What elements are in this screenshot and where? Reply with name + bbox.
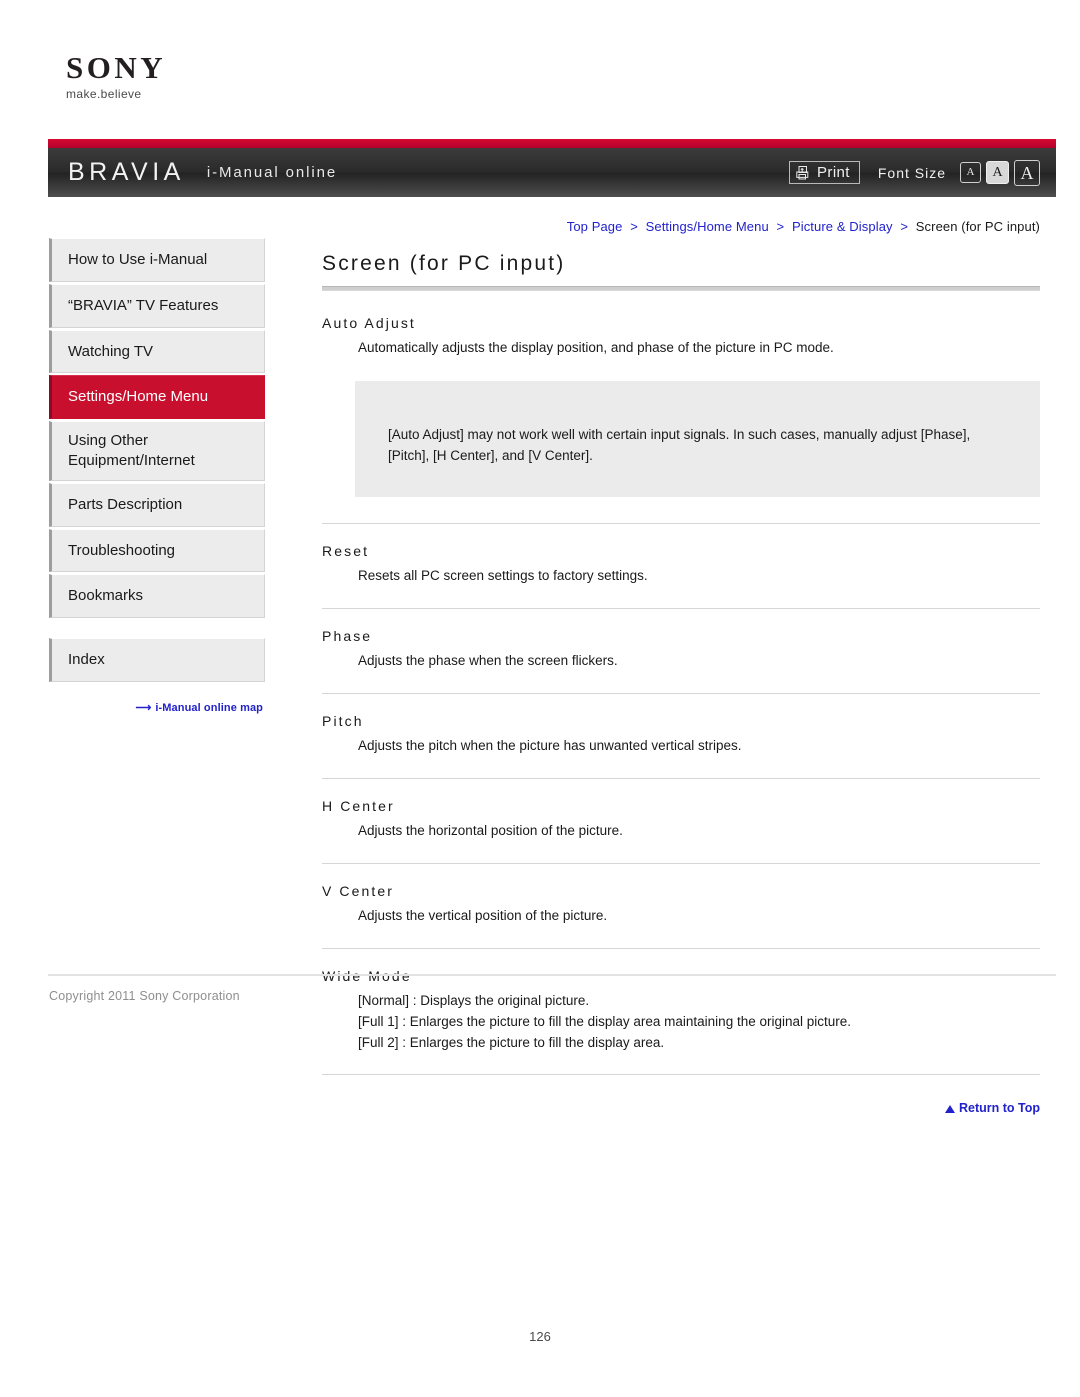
font-size-small-button[interactable]: A [960,162,981,183]
section-body: Automatically adjusts the display positi… [358,340,834,356]
font-size-large-button[interactable]: A [1014,159,1040,186]
breadcrumb-item-settings[interactable]: Settings/Home Menu [646,219,769,234]
return-to-top-link[interactable]: Return to Top [322,1101,1040,1115]
section-body: [Normal] : Displays the original picture… [358,992,852,1050]
section-body: Adjusts the vertical position of the pic… [358,907,608,923]
printer-icon [795,165,811,181]
footer-divider [48,974,1056,976]
main-content: Screen (for PC input) Auto Adjust Automa… [322,250,1040,1115]
sidebar: How to Use i-Manual “BRAVIA” TV Features… [49,238,265,714]
header-tools: Print Font Size A A A [789,159,1040,186]
header-dark-bar: BRAVIA i-Manual online Print Font Size A… [48,148,1056,197]
header-bar: BRAVIA i-Manual online Print Font Size A… [48,139,1056,197]
header-subtitle: i-Manual online [206,164,338,181]
breadcrumb-separator: > [900,219,909,234]
print-label: Print [817,164,850,181]
sidebar-item-how-to-use[interactable]: How to Use i-Manual [49,238,265,282]
section-pitch: Pitch Adjusts the pitch when the picture… [322,713,1040,759]
section-divider [322,607,1040,609]
section-reset: Reset Resets all PC screen settings to f… [322,543,1040,589]
section-heading: H Center [322,797,395,814]
return-to-top-label: Return to Top [959,1101,1040,1116]
breadcrumb-item-top-page[interactable]: Top Page [567,219,623,234]
font-size-group: A A A [960,159,1040,186]
section-body: Adjusts the horizontal position of the p… [358,822,623,838]
triangle-up-icon [945,1105,955,1114]
page-number: 126 [529,1329,551,1344]
section-heading: V Center [322,882,395,899]
breadcrumb-separator: > [776,219,785,234]
section-heading: Pitch [322,712,364,729]
imanual-online-map-link[interactable]: ⟶ i-Manual online map [49,701,265,714]
section-wide-mode: Wide Mode [Normal] : Displays the origin… [322,968,1040,1056]
sidebar-item-tv-features[interactable]: “BRAVIA” TV Features [49,283,265,328]
imanual-online-map-label: i-Manual online map [155,701,263,714]
breadcrumb: Top Page > Settings/Home Menu > Picture … [567,219,1040,234]
breadcrumb-item-current: Screen (for PC input) [915,219,1040,234]
section-v-center: V Center Adjusts the vertical position o… [322,883,1040,929]
bravia-logo: BRAVIA [68,158,185,186]
section-auto-adjust: Auto Adjust Automatically adjusts the di… [322,315,1040,361]
copyright-text: Copyright 2011 Sony Corporation [49,989,240,1003]
title-divider [322,286,1040,292]
section-divider [322,947,1040,949]
sidebar-item-troubleshoot[interactable]: Troubleshooting [49,528,265,573]
font-size-label: Font Size [877,164,946,181]
section-h-center: H Center Adjusts the horizontal position… [322,798,1040,844]
print-button[interactable]: Print [789,161,860,184]
section-body: Adjusts the pitch when the picture has u… [358,737,742,753]
section-body: Adjusts the phase when the screen flicke… [358,652,618,668]
sidebar-index-group: Index [49,638,265,682]
sony-wordmark: SONY [66,50,167,85]
section-divider [322,777,1040,779]
arrow-right-icon: ⟶ [135,701,152,714]
section-divider [322,692,1040,694]
section-heading: Auto Adjust [322,315,416,332]
breadcrumb-item-picture[interactable]: Picture & Display [792,219,893,234]
sony-tagline: make.believe [66,87,142,101]
sidebar-item-watching-tv[interactable]: Watching TV [49,329,265,374]
breadcrumb-separator: > [630,219,638,234]
section-heading: Phase [322,627,373,644]
page-title: Screen (for PC input) [322,252,566,275]
sidebar-item-using-other[interactable]: Using Other Equipment/Internet [49,421,265,481]
section-phase: Phase Adjusts the phase when the screen … [322,628,1040,674]
font-size-medium-button[interactable]: A [986,161,1009,184]
header-red-strip [48,139,1056,148]
section-divider [322,1074,1040,1076]
note-box: [Auto Adjust] may not work well with cer… [355,381,1040,498]
note-text: [Auto Adjust] may not work well with cer… [388,427,971,464]
sidebar-item-parts[interactable]: Parts Description [49,482,265,527]
section-divider [322,523,1040,525]
sidebar-item-bookmarks[interactable]: Bookmarks [49,574,265,619]
sidebar-item-settings[interactable]: Settings/Home Menu [49,375,265,420]
sony-logo: SONY make.believe [66,52,326,100]
section-body: Resets all PC screen settings to factory… [358,568,648,584]
section-heading: Reset [322,543,370,560]
sidebar-item-index[interactable]: Index [49,638,265,682]
section-divider [322,862,1040,864]
